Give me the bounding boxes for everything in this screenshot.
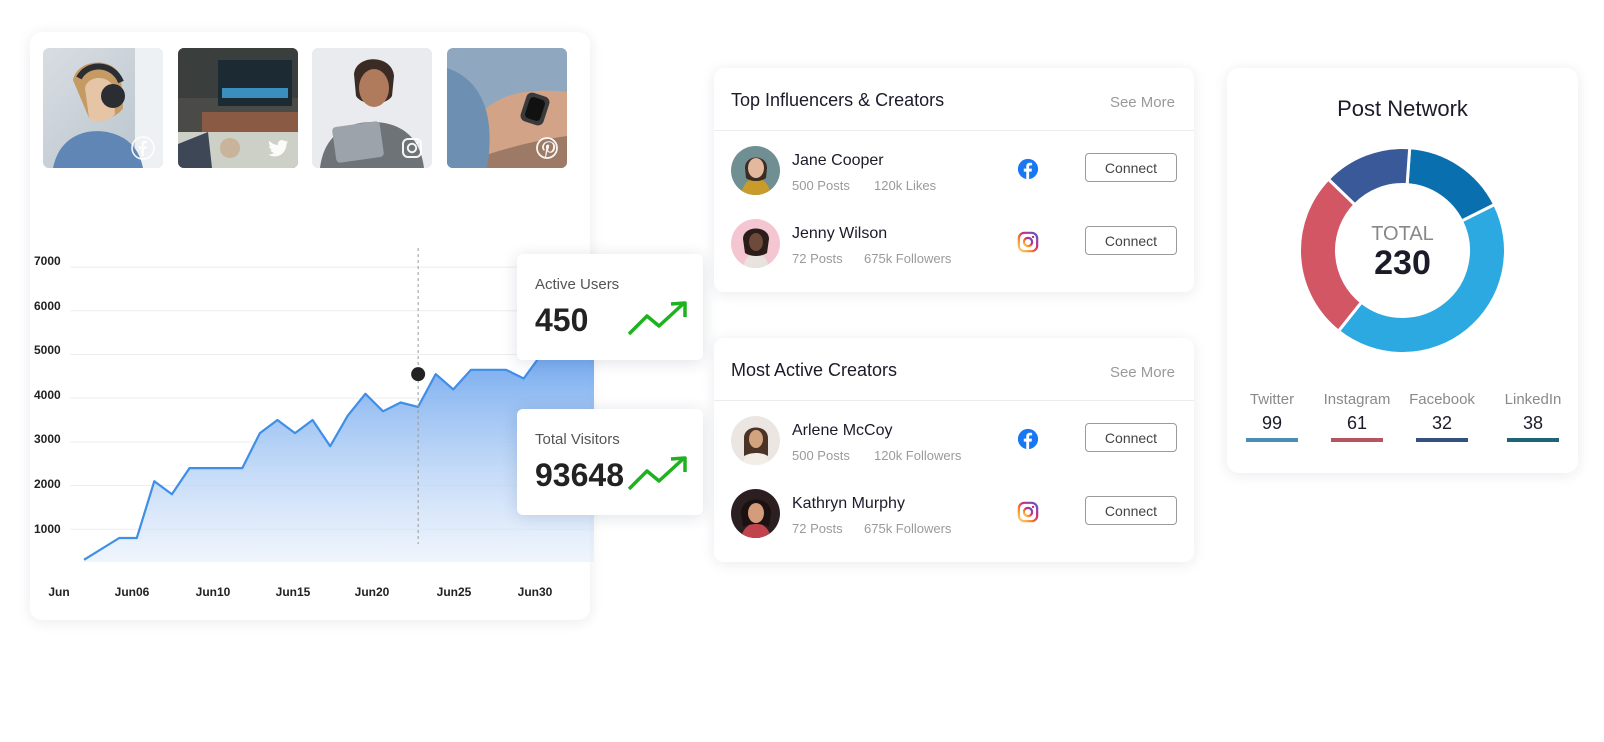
x-tick-label: Jun30 bbox=[517, 585, 553, 599]
creator-stats: 72 Posts 675k Followers bbox=[792, 521, 951, 536]
creator-name: Arlene McCoy bbox=[792, 422, 893, 439]
legend-value: 99 bbox=[1261, 413, 1283, 433]
y-tick-label: 4000 bbox=[34, 388, 61, 402]
list-item: Jenny Wilson 72 Posts 675k Followers Con… bbox=[714, 219, 1194, 293]
panel-title: Top Influencers & Creators bbox=[731, 90, 945, 110]
avatar[interactable] bbox=[731, 219, 780, 268]
post-count: 72 Posts bbox=[792, 521, 843, 536]
post-count: 500 Posts bbox=[792, 448, 850, 463]
connect-button[interactable]: Connect bbox=[1085, 226, 1177, 255]
legend-item-twitter: Twitter 99 bbox=[1227, 391, 1317, 442]
y-tick-label: 2000 bbox=[34, 477, 61, 491]
legend-bar bbox=[1246, 438, 1298, 442]
total-visitors-card: Total Visitors 93648 bbox=[517, 409, 703, 515]
instagram-icon bbox=[1017, 231, 1039, 253]
legend-label: Twitter bbox=[1249, 391, 1295, 408]
active-users-label: Active Users bbox=[535, 276, 620, 293]
x-tick-label: Jun25 bbox=[436, 585, 472, 599]
creator-stats: 500 Posts 120k Followers bbox=[792, 448, 961, 463]
y-tick-label: 7000 bbox=[34, 254, 61, 268]
connect-button[interactable]: Connect bbox=[1085, 153, 1177, 182]
creator-name: Jane Cooper bbox=[792, 152, 884, 169]
x-tick-label: Jun bbox=[48, 585, 70, 599]
avatar[interactable] bbox=[731, 146, 780, 195]
y-tick-label: 3000 bbox=[34, 432, 61, 446]
total-label: TOTAL bbox=[1371, 223, 1434, 245]
post-network-title: Post Network bbox=[1337, 96, 1468, 121]
most-active-creators-panel: Most Active Creators See More Arlene McC… bbox=[714, 338, 1194, 562]
top-influencers-panel: Top Influencers & Creators See More Jane… bbox=[714, 68, 1194, 292]
legend-label: Facebook bbox=[1409, 391, 1475, 408]
total-visitors-label: Total Visitors bbox=[535, 431, 620, 448]
instagram-icon bbox=[402, 138, 422, 158]
x-tick-label: Jun15 bbox=[275, 585, 311, 599]
x-tick-label: Jun10 bbox=[195, 585, 231, 599]
area-chart-plot[interactable] bbox=[70, 248, 594, 578]
x-tick-label: Jun20 bbox=[354, 585, 390, 599]
facebook-icon bbox=[1017, 158, 1039, 180]
active-users-value: 450 bbox=[535, 302, 589, 338]
creator-name: Jenny Wilson bbox=[792, 225, 888, 242]
thumbnail-headphones[interactable] bbox=[43, 48, 163, 168]
legend-item-facebook: Facebook 32 bbox=[1397, 391, 1487, 442]
list-item: Jane Cooper 500 Posts 120k Likes Connect bbox=[714, 146, 1194, 220]
engagement-metric: 120k Followers bbox=[874, 448, 962, 463]
x-tick-label: Jun06 bbox=[114, 585, 150, 599]
connect-button[interactable]: Connect bbox=[1085, 496, 1177, 525]
y-tick-label: 1000 bbox=[34, 522, 61, 536]
post-count: 500 Posts bbox=[792, 178, 850, 193]
engagement-metric: 675k Followers bbox=[864, 521, 952, 536]
active-users-card: Active Users 450 bbox=[517, 254, 703, 360]
instagram-icon bbox=[1017, 501, 1039, 523]
pinterest-icon bbox=[536, 137, 558, 159]
see-more-link[interactable]: See More bbox=[1110, 94, 1175, 111]
avatar[interactable] bbox=[731, 489, 780, 538]
legend-item-instagram: Instagram 61 bbox=[1312, 391, 1402, 442]
legend-label: LinkedIn bbox=[1504, 391, 1562, 408]
legend-value: 61 bbox=[1346, 413, 1368, 433]
highlight-point bbox=[411, 367, 426, 382]
thumbnail-tablet[interactable] bbox=[312, 48, 432, 168]
connect-button[interactable]: Connect bbox=[1085, 423, 1177, 452]
post-network-card: Post Network TOTAL 230 Twitter 99 Instag… bbox=[1227, 68, 1578, 473]
post-count: 72 Posts bbox=[792, 251, 843, 266]
total-visitors-value: 93648 bbox=[535, 457, 624, 493]
engagement-metric: 675k Followers bbox=[864, 251, 952, 266]
panel-title: Most Active Creators bbox=[731, 360, 898, 380]
facebook-icon bbox=[131, 136, 155, 160]
legend-bar bbox=[1331, 438, 1383, 442]
see-more-link[interactable]: See More bbox=[1110, 364, 1175, 381]
legend-bar bbox=[1507, 438, 1559, 442]
legend-item-linkedin: LinkedIn 38 bbox=[1488, 391, 1578, 442]
legend-label: Instagram bbox=[1323, 391, 1391, 408]
creator-stats: 500 Posts 120k Likes bbox=[792, 178, 936, 193]
thumbnail-smart-tv[interactable] bbox=[178, 48, 298, 168]
avatar[interactable] bbox=[731, 416, 780, 465]
y-tick-label: 6000 bbox=[34, 299, 61, 313]
divider bbox=[714, 130, 1194, 131]
legend-value: 38 bbox=[1522, 413, 1544, 433]
engagement-metric: 120k Likes bbox=[874, 178, 937, 193]
y-tick-label: 5000 bbox=[34, 343, 61, 357]
creator-name: Kathryn Murphy bbox=[792, 495, 905, 512]
twitter-icon bbox=[268, 140, 288, 157]
legend-value: 32 bbox=[1431, 413, 1453, 433]
total-value: 230 bbox=[1374, 244, 1431, 282]
traffic-chart-card: 7000 6000 5000 4000 3000 2000 1000 Jun J… bbox=[30, 32, 703, 620]
list-item: Arlene McCoy 500 Posts 120k Followers Co… bbox=[714, 416, 1194, 490]
divider bbox=[714, 400, 1194, 401]
thumbnail-smartwatch[interactable] bbox=[447, 48, 567, 168]
list-item: Kathryn Murphy 72 Posts 675k Followers C… bbox=[714, 489, 1194, 563]
trend-up-icon bbox=[627, 301, 687, 336]
facebook-icon bbox=[1017, 428, 1039, 450]
creator-stats: 72 Posts 675k Followers bbox=[792, 251, 951, 266]
trend-up-icon bbox=[627, 456, 687, 491]
legend-bar bbox=[1416, 438, 1468, 442]
